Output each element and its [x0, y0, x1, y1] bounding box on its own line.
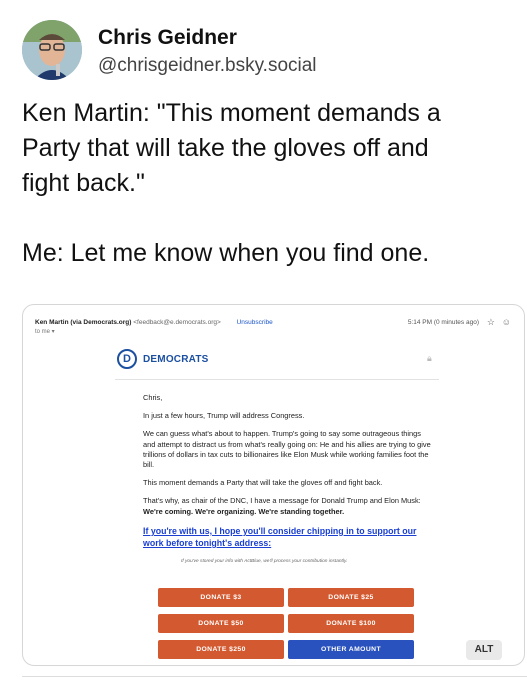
- greeting: Chris,: [143, 393, 163, 402]
- email-sender: Ken Martin (via Democrats.org) <feedback…: [35, 319, 273, 326]
- sender-address: <feedback@e.democrats.org>: [133, 319, 221, 326]
- democrats-logo-icon: D: [117, 349, 137, 369]
- donate-50-button[interactable]: DONATE $50: [158, 614, 284, 633]
- donate-250-button[interactable]: DONATE $250: [158, 640, 284, 659]
- smiley-icon[interactable]: ☺: [502, 317, 511, 327]
- author-handle[interactable]: @chrisgeidner.bsky.social: [98, 55, 317, 77]
- post-line: fight back.": [22, 169, 145, 197]
- divider: [115, 379, 439, 380]
- email-timestamp: 5:14 PM (0 minutes ago): [407, 319, 479, 326]
- post-line: Ken Martin: "This moment demands a: [22, 99, 441, 127]
- other-amount-button[interactable]: OTHER AMOUNT: [288, 640, 414, 659]
- email-paragraph: We can guess what's about to happen. Tru…: [143, 429, 431, 470]
- post-line: Me: Let me know when you find one.: [22, 239, 430, 267]
- donate-3-button[interactable]: DONATE $3: [158, 588, 284, 607]
- brand-name: DEMOCRATS: [143, 354, 209, 365]
- star-icon[interactable]: ☆: [487, 317, 495, 328]
- email-paragraph: This moment demands a Party that will ta…: [143, 478, 383, 488]
- email-card: D DEMOCRATS 🔒︎ Chris, In just a few hour…: [103, 341, 463, 663]
- email-body: Chris, In just a few hours, Trump will a…: [143, 393, 433, 577]
- post-header: Chris Geidner @chrisgeidner.bsky.social: [22, 20, 512, 82]
- email-paragraph: In just a few hours, Trump will address …: [143, 411, 305, 421]
- sender-name: Ken Martin (via Democrats.org): [35, 319, 132, 326]
- donate-25-button[interactable]: DONATE $25: [288, 588, 414, 607]
- lock-icon: 🔒︎: [427, 353, 432, 363]
- email-paragraph: That's why, as chair of the DNC, I have …: [143, 496, 433, 516]
- donate-100-button[interactable]: DONATE $100: [288, 614, 414, 633]
- post-text: Ken Martin: "This moment demands a Party…: [22, 96, 512, 271]
- avatar[interactable]: [22, 20, 82, 80]
- unsubscribe-link[interactable]: Unsubscribe: [237, 319, 273, 326]
- recipient-label[interactable]: to me ▾: [35, 328, 55, 335]
- embedded-email-image[interactable]: Ken Martin (via Democrats.org) <feedback…: [22, 304, 525, 666]
- author-name[interactable]: Chris Geidner: [98, 26, 237, 50]
- alt-text-button[interactable]: ALT: [466, 640, 502, 660]
- post-line: Party that will take the gloves off and: [22, 134, 429, 162]
- paragraph-bold-text: We're coming. We're organizing. We're st…: [143, 506, 345, 516]
- donate-cta-link[interactable]: If you're with us, I hope you'll conside…: [143, 525, 433, 549]
- fine-print: If you've stored your info with ActBlue,…: [181, 558, 348, 564]
- paragraph-text: That's why, as chair of the DNC, I have …: [143, 496, 421, 506]
- logo-letter: D: [123, 353, 131, 365]
- divider: [22, 676, 527, 677]
